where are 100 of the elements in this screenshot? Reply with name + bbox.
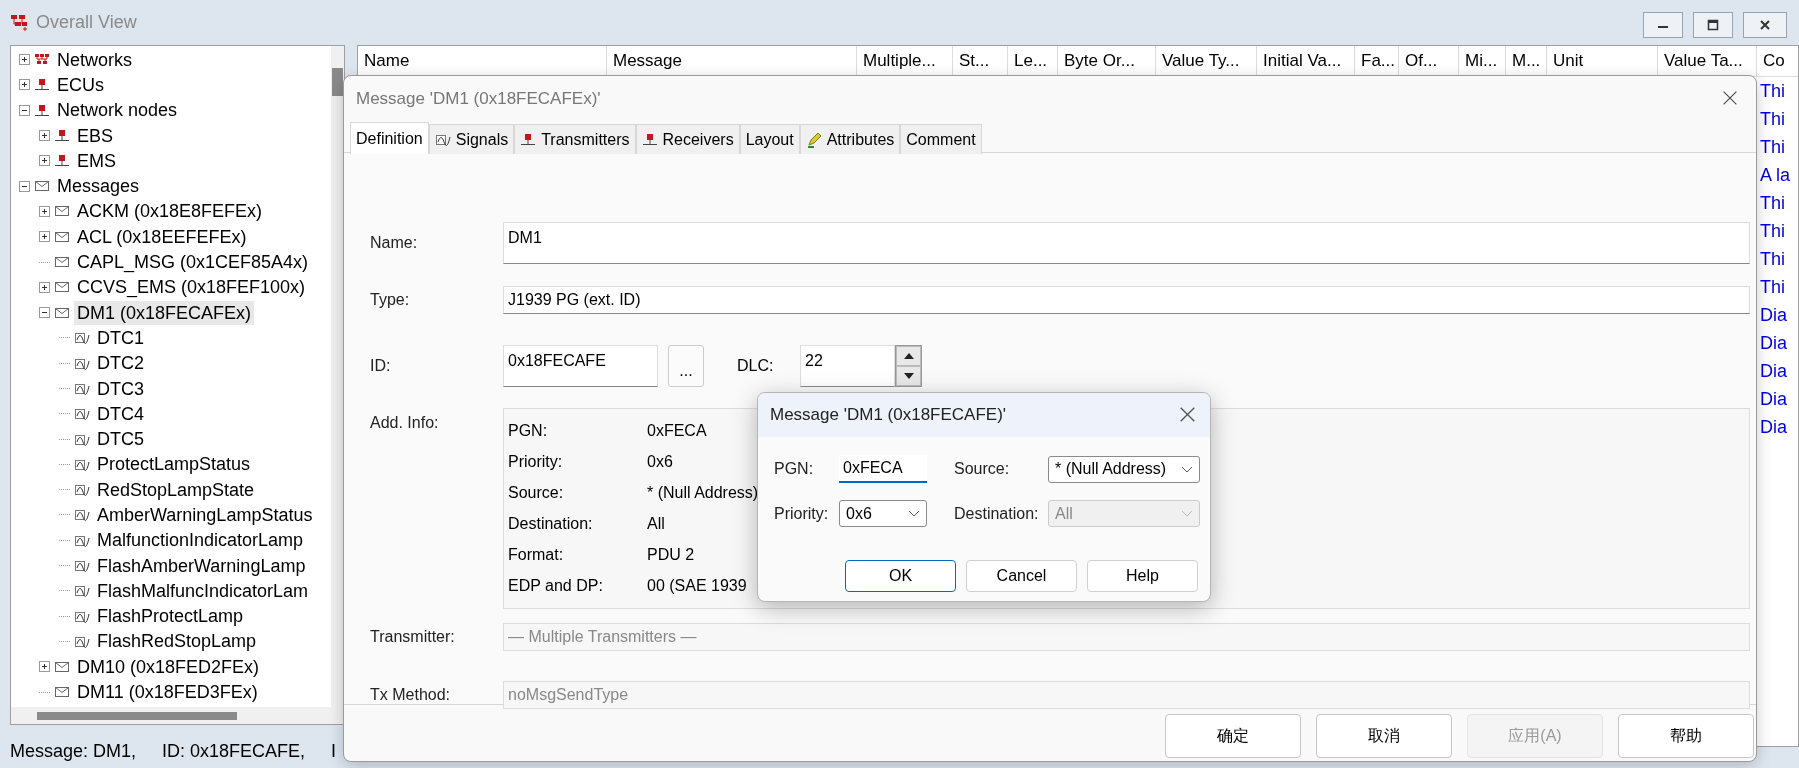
node-icon [54,154,70,168]
close-icon[interactable] [1722,90,1738,106]
browse-button[interactable]: ... [668,345,704,387]
tree-item[interactable]: DM1 (0x18FECAFEx) [74,300,255,325]
info-key: Destination: [504,514,647,533]
column-header[interactable]: Co [1757,46,1798,76]
tree-item[interactable]: ACL (0x18EEFEFEx) [74,224,250,249]
status-text: ID: 0x18FECAFE, [162,741,306,762]
tab[interactable]: Transmitters [514,124,636,154]
close-button[interactable] [1743,12,1787,38]
tree-item[interactable]: AmberWarningLampStatus [94,503,316,527]
info-key: EDP and DP: [504,576,647,595]
field-label: PGN: [774,460,815,478]
tree-item[interactable]: FlashMalfuncIndicatorLam [94,578,312,603]
tree-item[interactable]: DTC1 [94,325,147,350]
info-value: 00 (SAE 1939 [647,576,747,595]
collapse-toggle[interactable] [19,104,30,116]
signal-wave-icon [74,356,90,370]
field-label: Priority: [774,504,830,523]
envelope-icon [54,205,70,218]
tree-item[interactable]: DTC2 [94,351,147,376]
tree-item[interactable]: Messages [54,174,143,199]
tree-item[interactable]: FlashProtectLamp [94,604,247,629]
tree-item[interactable]: DM11 (0x18FED3FEx) [74,680,261,705]
tree-item[interactable]: FlashRedStopLamp [94,629,260,654]
tree-item[interactable]: Networks [54,47,135,72]
tree-item[interactable]: EBS [74,123,117,148]
info-value: 0x6 [647,452,673,471]
dialog-button[interactable]: 取消 [1316,714,1452,758]
tab[interactable]: Attributes [799,124,901,154]
table-cell-text: Dia [1759,304,1788,327]
dialog-button[interactable]: Help [1087,560,1198,592]
tree-item[interactable]: RedStopLampState [94,477,258,502]
info-value: * (Null Address) [647,483,759,502]
pencil-icon [805,131,822,148]
field-label: ID: [370,357,392,375]
dropdown[interactable]: 0x6 [839,500,927,527]
expand-toggle[interactable] [39,661,50,673]
expand-toggle[interactable] [39,155,50,167]
expand-toggle[interactable] [39,130,50,142]
table-cell-text: Dia [1759,388,1788,411]
field-label: Name: [370,234,419,252]
tree-item[interactable]: ECUs [54,72,107,97]
tab[interactable]: Definition [350,122,429,154]
pgn-field[interactable]: 0xFECA [839,455,927,483]
scrollbar[interactable] [11,707,344,724]
scrollbar-thumb[interactable] [37,712,237,720]
close-icon[interactable] [1179,406,1196,423]
tree-item[interactable]: ACKM (0x18E8FEFEx) [74,199,266,224]
tree-item[interactable]: DTC3 [94,376,147,401]
collapse-toggle[interactable] [19,180,30,192]
name-field[interactable]: DM1 [503,222,1750,264]
signal-wave-icon [74,533,90,547]
signal-wave-icon [74,584,90,598]
table-cell-text: Thi [1759,276,1786,299]
collapse-toggle[interactable] [39,307,50,319]
tree-item[interactable]: DM10 (0x18FED2FEx) [74,654,263,679]
tree-item[interactable]: CAPL_MSG (0x1CEF85A4x) [74,250,312,274]
table-cell-text: Dia [1759,332,1788,355]
signal-wave-icon [74,559,90,573]
maximize-icon [1706,19,1720,31]
id-field[interactable]: 0x18FECAFE [503,345,658,387]
expand-toggle[interactable] [39,281,50,293]
node-icon [34,78,50,92]
info-key: PGN: [504,421,647,440]
field-label: Tx Method: [370,686,452,704]
tree-item[interactable]: EMS [74,148,119,173]
dialog-button[interactable]: 确定 [1165,714,1301,758]
table-cell-text: Dia [1759,416,1788,439]
scrollbar-thumb[interactable] [332,68,343,96]
maximize-button[interactable] [1693,12,1733,38]
expand-toggle[interactable] [39,231,50,243]
tree-item[interactable]: DTC4 [94,401,147,426]
dropdown[interactable]: * (Null Address) [1048,455,1200,483]
info-key: Priority: [504,452,647,471]
expand-toggle[interactable] [19,79,30,91]
envelope-icon [54,686,70,699]
signal-wave-icon [434,133,451,146]
dialog-button[interactable]: OK [845,560,956,592]
down-arrow-icon[interactable] [903,373,914,379]
tree-item[interactable]: CCVS_EMS (0x18FEF100x) [74,275,309,300]
tab[interactable]: Comment [900,124,982,154]
tab[interactable]: Receivers [635,124,740,154]
up-arrow-icon[interactable] [903,353,914,359]
dialog-button[interactable]: Cancel [966,560,1077,592]
tab[interactable]: Signals [428,124,515,154]
expand-toggle[interactable] [19,54,30,66]
info-value: 0xFECA [647,421,707,440]
field-label: DLC: [737,357,775,375]
info-key: Format: [504,545,647,564]
table-cell-text: Thi [1759,108,1786,131]
tree-item[interactable]: DTC5 [94,427,147,452]
dialog-button[interactable]: 帮助 [1618,714,1754,758]
type-field[interactable]: J1939 PG (ext. ID) [503,286,1750,314]
tab[interactable]: Layout [739,124,800,154]
tree-item[interactable]: ProtectLampStatus [94,452,254,477]
tree-item[interactable]: Network nodes [54,98,181,123]
tree-item[interactable]: MalfunctionIndicatorLamp [94,528,307,553]
tree-item[interactable]: FlashAmberWarningLamp [94,553,309,578]
expand-toggle[interactable] [39,205,50,217]
